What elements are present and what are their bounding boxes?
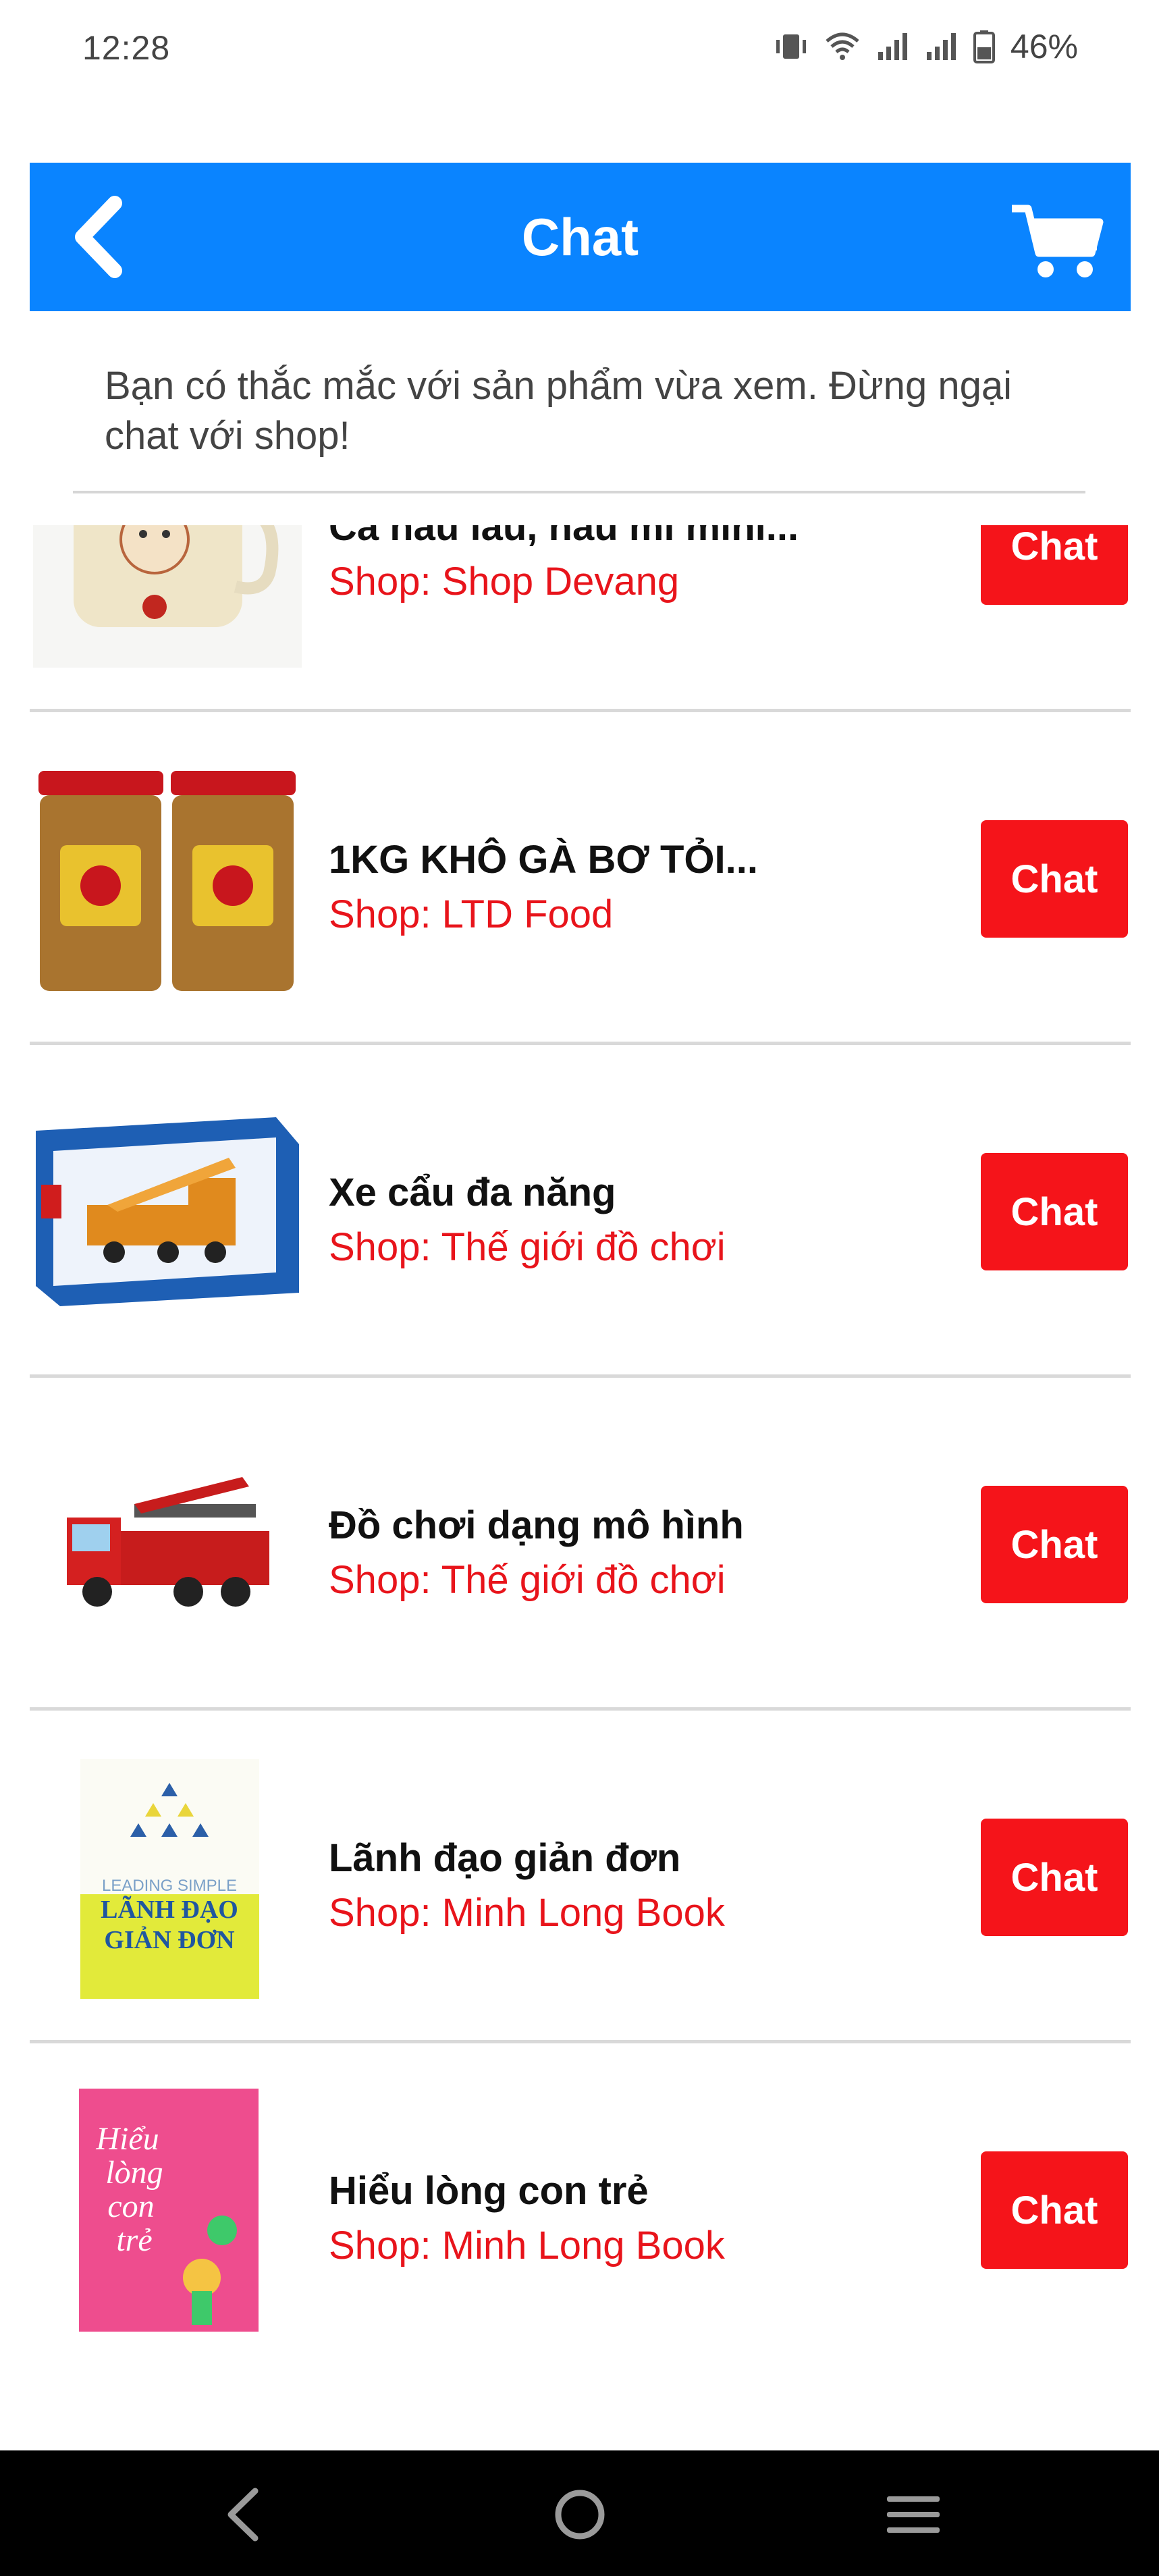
nav-menu-icon[interactable] <box>876 2477 950 2552</box>
cart-icon[interactable] <box>1009 202 1104 281</box>
list-item[interactable]: 1KG KHÔ GÀ BƠ TỎI... Shop: LTD Food Chat <box>30 712 1131 1045</box>
battery-icon <box>973 30 995 63</box>
book-cover-title: LÃNH ĐẠO <box>101 1896 238 1924</box>
signal-icon <box>926 33 956 60</box>
chat-button[interactable]: Chat <box>981 525 1128 605</box>
book-cover-subtitle: LEADING SIMPLE <box>102 1877 237 1895</box>
wifi-icon <box>826 32 859 60</box>
page-title: Chat <box>521 207 639 267</box>
intro-text: Bạn có thắc mắc với sản phẩm vừa xem. Đừ… <box>105 364 1012 458</box>
list-item[interactable]: Hiểu lòng con trẻ Hiểu lòng con trẻ Shop… <box>30 2043 1131 2361</box>
product-name: Hiểu lòng con trẻ <box>329 2169 649 2213</box>
chat-button[interactable]: Chat <box>981 1486 1128 1603</box>
product-thumbnail <box>33 1423 302 1666</box>
product-thumbnail: LEADING SIMPLE LÃNH ĐẠO GIẢN ĐƠN <box>33 1756 302 1999</box>
book-cover-title: GIẢN ĐƠN <box>104 1926 234 1954</box>
chat-button[interactable]: Chat <box>981 1819 1128 1936</box>
shop-name: Shop: Minh Long Book <box>329 2224 725 2268</box>
vibrate-icon <box>776 34 806 59</box>
status-icons: 46% <box>773 26 1078 68</box>
product-name: Đồ chơi dạng mô hình <box>329 1503 744 1547</box>
signal-icon <box>878 33 907 60</box>
list-item[interactable]: Xe cẩu đa năng Shop: Thế giới đồ chơi Ch… <box>30 1045 1131 1378</box>
product-name: 1KG KHÔ GÀ BƠ TỎI... <box>329 838 758 882</box>
product-thumbnail <box>33 757 302 1000</box>
list-item[interactable]: Đồ chơi dạng mô hình Shop: Thế giới đồ c… <box>30 1378 1131 1711</box>
intro-divider <box>73 491 1085 493</box>
book-cover-title: trẻ <box>116 2222 152 2258</box>
status-bar: 12:28 46% <box>0 0 1159 95</box>
list-item[interactable]: Ca nấu lẩu, nấu mì mini... Shop: Shop De… <box>30 525 1131 712</box>
product-thumbnail <box>33 1090 302 1333</box>
book-cover-title: Hiểu <box>95 2121 159 2157</box>
chat-button[interactable]: Chat <box>981 820 1128 938</box>
shop-name: Shop: Thế giới đồ chơi <box>329 1225 726 1269</box>
product-name: Lãnh đạo giản đơn <box>329 1836 681 1880</box>
shop-name: Shop: LTD Food <box>329 892 614 936</box>
product-thumbnail: Hiểu lòng con trẻ <box>33 2089 302 2332</box>
navigation-bar <box>0 2450 1159 2576</box>
product-list[interactable]: Ca nấu lẩu, nấu mì mini... Shop: Shop De… <box>30 525 1131 2361</box>
book-cover-title: lòng <box>105 2155 163 2191</box>
shop-name: Shop: Minh Long Book <box>329 1891 725 1935</box>
status-time: 12:28 <box>82 29 171 67</box>
list-item[interactable]: LEADING SIMPLE LÃNH ĐẠO GIẢN ĐƠN Lãnh đạ… <box>30 1711 1131 2043</box>
product-name: Ca nấu lẩu, nấu mì mini... <box>329 525 799 549</box>
book-cover-title: con <box>107 2189 154 2224</box>
battery-percent: 46% <box>1010 28 1078 65</box>
shop-name: Shop: Shop Devang <box>329 560 680 603</box>
chat-button[interactable]: Chat <box>981 1153 1128 1270</box>
product-name: Xe cẩu đa năng <box>329 1171 616 1214</box>
nav-back-icon[interactable] <box>208 2477 282 2552</box>
app-header: Chat <box>30 163 1131 311</box>
back-chevron-icon[interactable] <box>62 194 143 280</box>
shop-name: Shop: Thế giới đồ chơi <box>329 1558 726 1602</box>
nav-home-icon[interactable] <box>543 2477 617 2552</box>
chat-button[interactable]: Chat <box>981 2151 1128 2269</box>
product-thumbnail <box>33 525 302 668</box>
